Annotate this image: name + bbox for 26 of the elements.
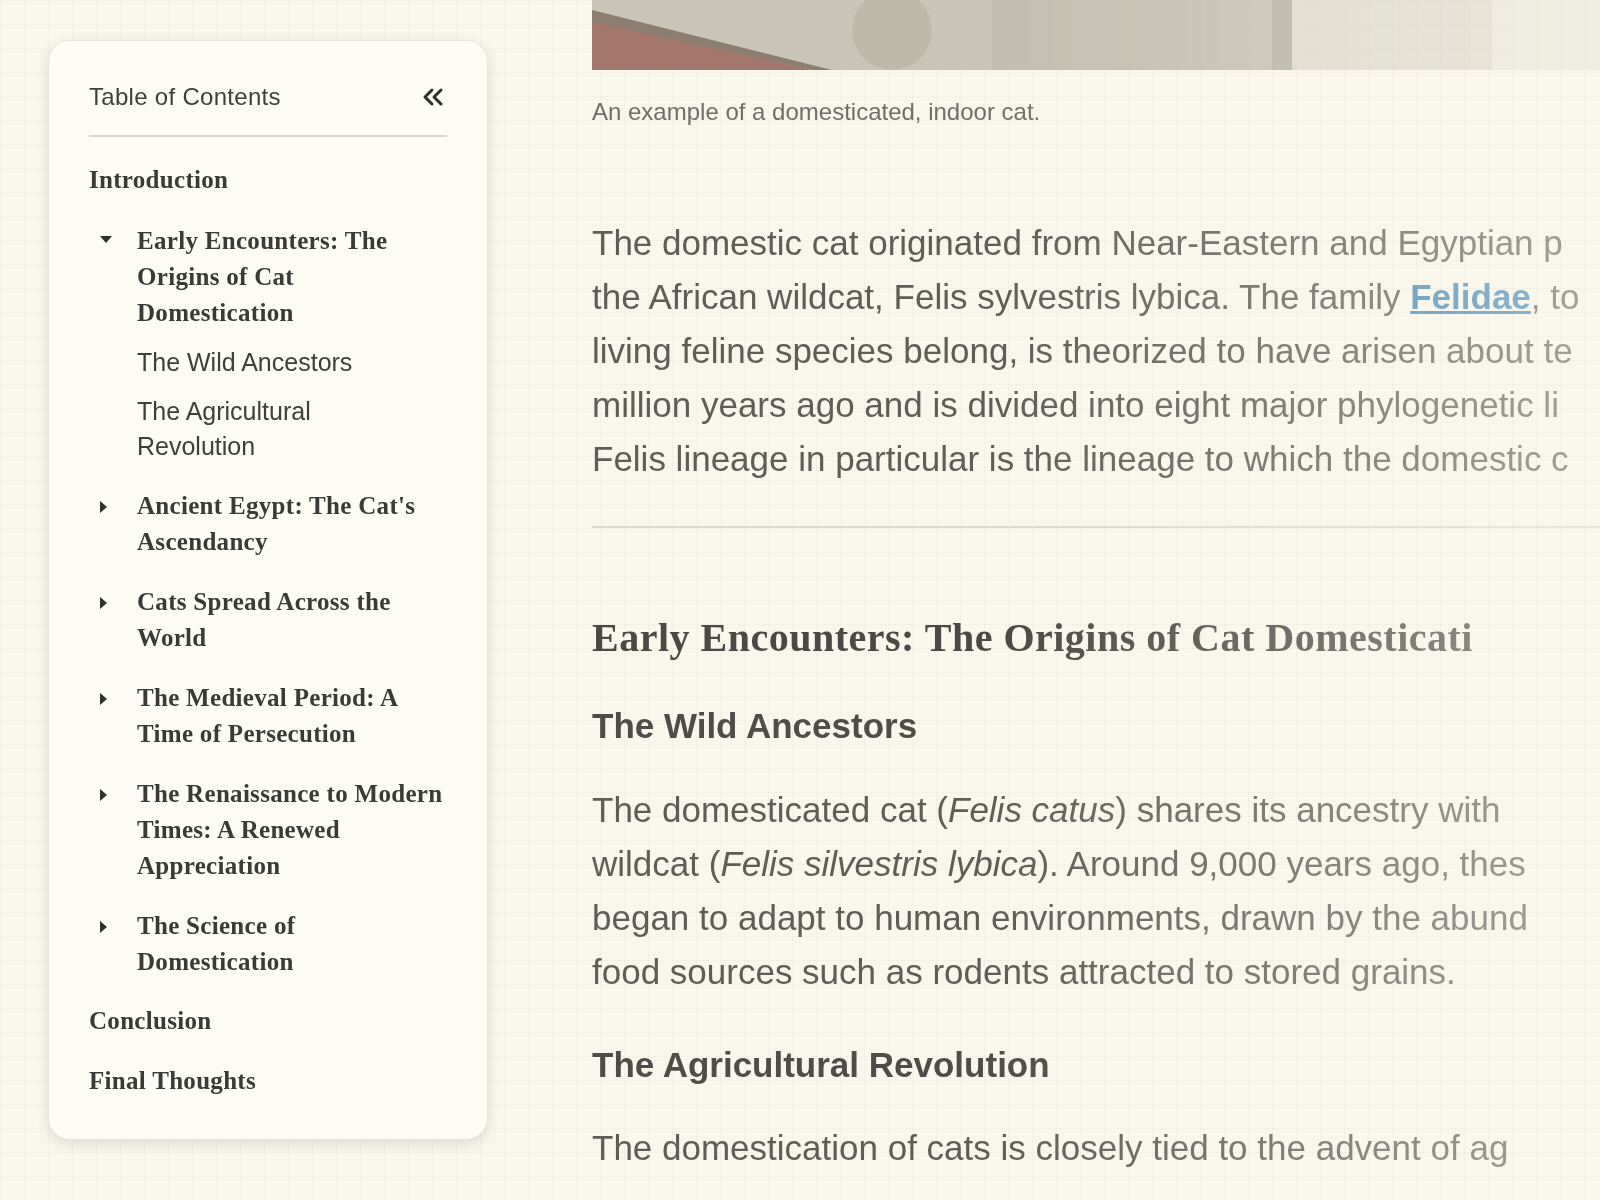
subsection-heading: The Wild Ancestors [592, 705, 919, 747]
toc-link[interactable]: The Renaissance to Modern Times: A Renewed Appreciation [137, 776, 447, 884]
paragraph: The domesticated cat (Felis catus) shares its ancestry with wildcat (Felis silvestris lybica). Around 9,000 years ago, thes began to adapt to human environments, drawn by the abund food sources such as rodents attracted to stored grains. [592, 788, 1529, 993]
subsection-heading: The Agricultural Revolution [592, 1043, 1051, 1086]
toc-sublink[interactable]: The Agricultural Revolution [137, 394, 447, 464]
toc-title: Table of Contents [89, 82, 281, 112]
toc-link[interactable]: The Science of Domestication [137, 908, 447, 980]
caret-right-icon[interactable] [99, 500, 108, 514]
caret-right-icon[interactable] [99, 920, 108, 934]
section-heading: Early Encounters: The Origins of Cat Domesticati [592, 614, 1474, 662]
paragraph: The domestic cat originated from Near-Eastern and Egyptian p the African wildcat, Felis sylvestris lybica. The family Felidae, to living feline species belong, is theorized to have arisen about te million years ago and is divided into eight major phylogenetic li Felis lineage in particular is the lineage to which the domestic c [592, 222, 1581, 480]
caret-right-icon[interactable] [99, 692, 108, 706]
caret-down-icon[interactable] [99, 235, 113, 244]
double-chevron-left-icon [422, 87, 444, 107]
toc-link[interactable]: The Medieval Period: A Time of Persecution [137, 680, 447, 752]
toc-link[interactable]: Ancient Egypt: The Cat's Ascendancy [137, 488, 447, 560]
toc-link[interactable]: Conclusion [89, 1004, 447, 1038]
toc-link[interactable]: Early Encounters: The Origins of Cat Domestication [137, 223, 447, 331]
caret-right-icon[interactable] [99, 788, 108, 802]
toc-link[interactable]: Introduction [89, 163, 447, 197]
figure-caption: An example of a domesticated, indoor cat. [592, 97, 1042, 127]
caret-right-icon[interactable] [99, 596, 108, 610]
toc-link[interactable]: Cats Spread Across the World [137, 584, 447, 656]
toc-link[interactable]: Final Thoughts [89, 1064, 447, 1098]
toc-sublink[interactable]: The Wild Ancestors [137, 345, 447, 380]
paragraph: The domestication of cats is closely tied to the advent of ag [592, 1127, 1510, 1169]
